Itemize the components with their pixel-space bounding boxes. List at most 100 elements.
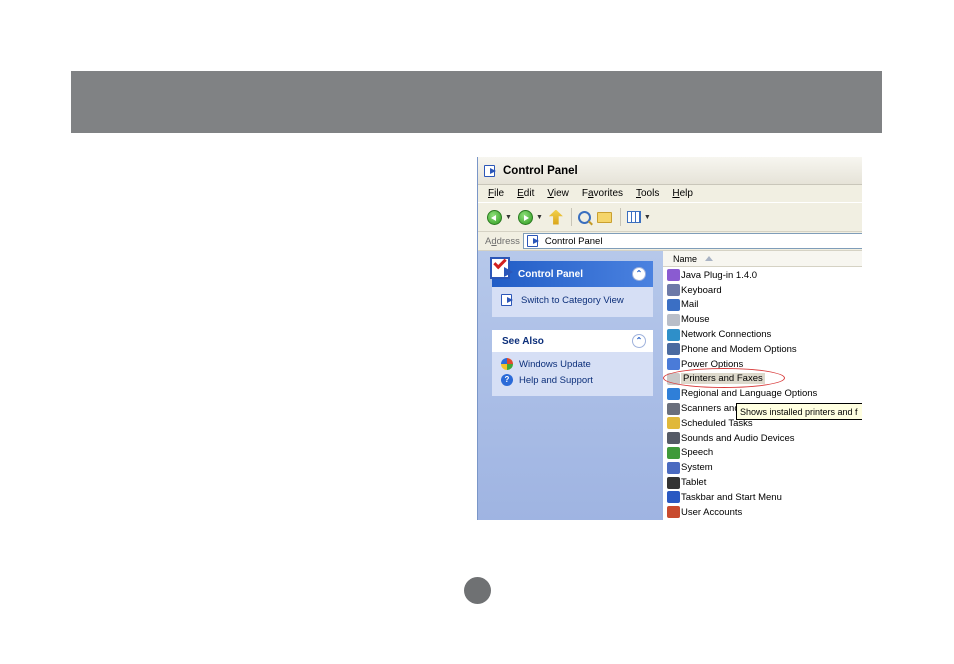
control-panel-item-icon — [667, 269, 680, 282]
toolbar: ▼ ▼ ▼ — [478, 202, 862, 232]
control-panel-item-icon — [667, 328, 680, 341]
views-dropdown-icon[interactable]: ▼ — [644, 214, 651, 221]
list-item-label: Java Plug-in 1.4.0 — [681, 269, 758, 281]
control-panel-item-icon — [667, 284, 680, 297]
up-button[interactable] — [548, 209, 563, 225]
folders-button[interactable] — [596, 211, 612, 223]
control-panel-item-icon — [667, 402, 680, 415]
control-panel-box-header[interactable]: Control Panel ⌃ — [490, 255, 653, 287]
control-panel-item-icon — [667, 313, 680, 326]
list-item[interactable]: Network Connections — [663, 327, 862, 342]
collapse-chevron-icon[interactable]: ⌃ — [632, 267, 646, 281]
see-also-box-body: Windows Update ? Help and Support — [492, 352, 653, 396]
name-column-label: Name — [673, 253, 698, 264]
list-item-label: Keyboard — [681, 284, 722, 296]
control-panel-item-icon — [667, 417, 680, 430]
list-item[interactable]: Speech — [663, 446, 862, 461]
back-button[interactable]: ▼ — [487, 209, 512, 225]
see-also-title: See Also — [502, 335, 544, 347]
list-item[interactable]: System — [663, 460, 862, 475]
list-item-label: System — [681, 462, 713, 474]
list-item[interactable]: Regional and Language Options — [663, 386, 862, 401]
search-icon — [577, 210, 591, 224]
list-item-label: Network Connections — [681, 329, 772, 341]
see-also-box-header[interactable]: See Also ⌃ — [492, 330, 653, 352]
forward-icon — [517, 209, 533, 225]
control-panel-item-icon — [667, 476, 680, 489]
toolbar-separator — [570, 208, 572, 226]
list-item-label: Sounds and Audio Devices — [681, 432, 795, 444]
control-panel-items: Java Plug-in 1.4.0 Keyboard Mail Mouse Netwo… — [663, 267, 862, 520]
list-item-label: Speech — [681, 447, 714, 459]
list-item-label: Scanners and — [681, 403, 740, 415]
back-dropdown-icon[interactable]: ▼ — [505, 214, 512, 221]
manual-page: Control Panel File Edit View Favorites T… — [0, 0, 954, 664]
list-item-label: User Accounts — [681, 506, 743, 518]
name-column-header[interactable]: Name — [663, 251, 862, 267]
control-panel-item-icon — [667, 446, 680, 459]
window-title: Control Panel — [503, 164, 578, 177]
menu-favorites[interactable]: Favorites — [582, 188, 623, 199]
address-value: Control Panel — [544, 235, 603, 247]
control-panel-icon — [484, 164, 498, 178]
forward-dropdown-icon[interactable]: ▼ — [536, 214, 543, 221]
control-panel-box-body: Switch to Category View — [492, 287, 653, 317]
control-panel-item-icon — [667, 343, 680, 356]
page-header-band — [71, 71, 882, 133]
list-item[interactable]: Keyboard — [663, 283, 862, 298]
collapse-chevron-icon[interactable]: ⌃ — [632, 334, 646, 348]
title-bar[interactable]: Control Panel — [478, 157, 862, 185]
control-panel-icon — [526, 234, 541, 248]
control-panel-large-icon — [490, 255, 516, 283]
list-item[interactable]: Taskbar and Start Menu — [663, 490, 862, 505]
list-item-label: Phone and Modem Options — [681, 343, 797, 355]
windows-update-link[interactable]: Windows Update — [501, 358, 644, 370]
list-item[interactable]: Java Plug-in 1.4.0 — [663, 268, 862, 283]
views-button[interactable]: ▼ — [626, 211, 651, 223]
list-item[interactable]: Mail — [663, 298, 862, 313]
list-item-label: Mail — [681, 299, 699, 311]
menu-bar: File Edit View Favorites Tools Help — [478, 185, 862, 202]
switch-view-label: Switch to Category View — [521, 294, 624, 306]
task-pane: Control Panel ⌃ Switch to Category View … — [478, 251, 663, 520]
views-icon — [626, 211, 641, 223]
menu-tools[interactable]: Tools — [636, 188, 659, 199]
up-folder-icon — [548, 209, 563, 225]
list-item[interactable]: Mouse — [663, 312, 862, 327]
help-icon: ? — [501, 374, 513, 386]
switch-to-category-view-link[interactable]: Switch to Category View — [501, 293, 644, 307]
list-item[interactable]: User Accounts — [663, 505, 862, 520]
control-panel-window: Control Panel File Edit View Favorites T… — [477, 157, 862, 520]
menu-view[interactable]: View — [547, 188, 569, 199]
control-panel-task-box: Control Panel ⌃ Switch to Category View — [490, 255, 653, 317]
forward-button[interactable]: ▼ — [517, 209, 543, 225]
control-panel-item-icon — [667, 298, 680, 311]
control-panel-item-icon — [667, 358, 680, 371]
control-panel-icon — [501, 293, 515, 307]
list-item[interactable]: Phone and Modem Options — [663, 342, 862, 357]
windows-update-label: Windows Update — [519, 358, 591, 370]
highlight-circle — [663, 368, 785, 388]
list-item[interactable]: Sounds and Audio Devices — [663, 431, 862, 446]
sort-ascending-icon — [705, 256, 714, 261]
help-and-support-label: Help and Support — [519, 374, 593, 386]
control-panel-item-icon — [667, 461, 680, 474]
control-panel-box-title: Control Panel — [518, 268, 584, 280]
list-item[interactable]: Tablet — [663, 475, 862, 490]
windows-update-icon — [501, 358, 513, 370]
menu-edit[interactable]: Edit — [517, 188, 534, 199]
menu-file[interactable]: File — [488, 188, 504, 199]
address-field[interactable]: Control Panel — [522, 233, 862, 249]
list-item-label: Regional and Language Options — [681, 388, 818, 400]
control-panel-item-icon — [667, 432, 680, 445]
menu-help[interactable]: Help — [672, 188, 693, 199]
control-panel-item-icon — [667, 387, 680, 400]
list-item-label: Mouse — [681, 314, 710, 326]
search-button[interactable] — [577, 210, 591, 224]
toolbar-separator — [619, 208, 621, 226]
control-panel-item-icon — [667, 491, 680, 504]
help-and-support-link[interactable]: ? Help and Support — [501, 374, 644, 386]
list-item-label: Tablet — [681, 477, 707, 489]
address-bar: Address Control Panel — [478, 232, 862, 251]
folders-icon — [596, 211, 612, 223]
